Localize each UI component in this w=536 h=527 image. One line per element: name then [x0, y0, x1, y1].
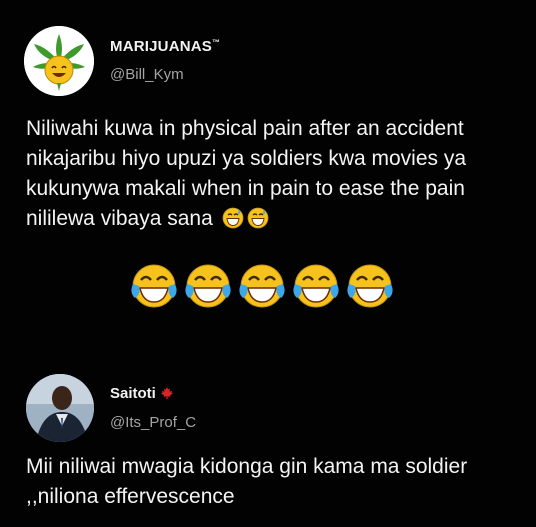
- display-name[interactable]: MARIJUANAS™: [110, 38, 220, 55]
- display-name-text: Saitoti: [110, 385, 156, 402]
- reply-body: Mii niliwai mwagia kidonga gin kama ma s…: [26, 455, 468, 508]
- tears-of-joy-emoji: [131, 264, 177, 308]
- reaction-emoji-row: [130, 262, 400, 312]
- trademark-suffix: ™: [212, 38, 221, 47]
- avatar[interactable]: [26, 374, 94, 442]
- user-handle[interactable]: @Bill_Kym: [110, 66, 184, 83]
- user-handle[interactable]: @Its_Prof_C: [110, 414, 196, 431]
- tears-of-joy-emoji: [185, 264, 231, 308]
- grinning-sweat-emoji: [247, 207, 269, 238]
- cannabis-leaf-smiley-icon: [24, 26, 94, 96]
- reply-header: Saitoti @Its_Prof_C: [26, 374, 506, 444]
- user-photo-avatar: [26, 374, 94, 442]
- tweet-body: Niliwahi kuwa in physical pain after an …: [26, 114, 526, 238]
- tears-of-joy-emoji: [347, 264, 393, 308]
- tweet-header: MARIJUANAS™ @Bill_Kym: [24, 26, 504, 96]
- display-name-text: MARIJUANAS: [110, 38, 213, 55]
- tears-of-joy-emoji: [293, 264, 339, 308]
- grinning-sweat-emoji: [222, 207, 244, 238]
- tears-of-joy-emoji: [239, 264, 285, 308]
- display-name[interactable]: Saitoti: [110, 385, 174, 402]
- maple-leaf-icon: [161, 387, 174, 399]
- screenshot: MARIJUANAS™ @Bill_Kym Niliwahi kuwa in p…: [0, 0, 536, 527]
- avatar[interactable]: [24, 26, 94, 96]
